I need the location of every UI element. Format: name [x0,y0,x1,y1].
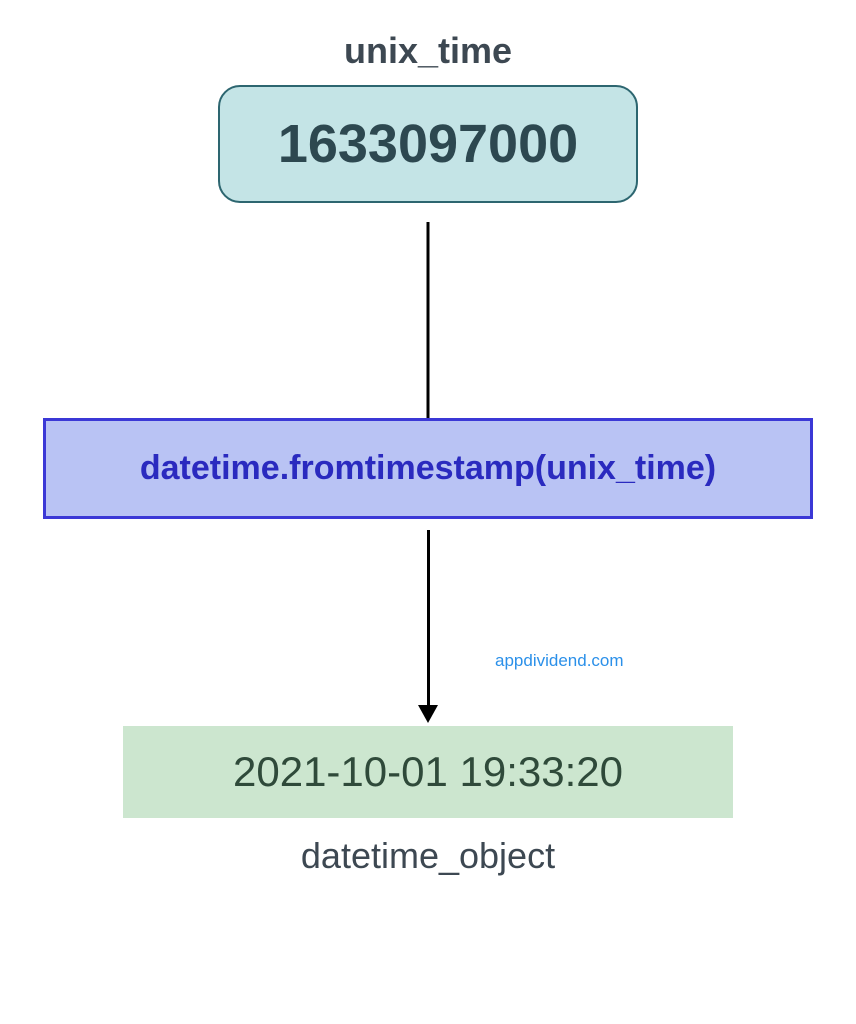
output-label: datetime_object [301,835,555,877]
arrow-function-to-output [418,530,438,723]
unix-time-box: 1633097000 [218,85,638,203]
watermark-text: appdividend.com [495,651,624,671]
input-label: unix_time [344,30,512,72]
function-box: datetime.fromtimestamp(unix_time) [43,418,813,519]
datetime-result-box: 2021-10-01 19:33:20 [123,726,733,818]
diagram-container: unix_time 1633097000 datetime.fromtimest… [0,0,856,1024]
arrow-input-to-function [427,222,430,418]
datetime-result-value: 2021-10-01 19:33:20 [233,748,623,795]
unix-time-value: 1633097000 [278,114,578,174]
function-call-text: datetime.fromtimestamp(unix_time) [140,449,716,487]
